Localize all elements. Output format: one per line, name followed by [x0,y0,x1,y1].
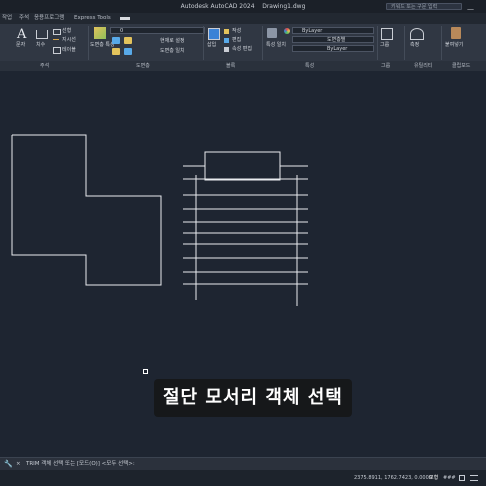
panel-separator [262,26,263,60]
edit-block-icon[interactable] [224,38,229,43]
tab-apps[interactable]: 응용프로그램 [34,13,64,24]
edit-block-tool[interactable]: 편집 [232,37,241,43]
panel-separator [203,26,204,60]
layer-isolate-icon[interactable] [112,48,120,55]
group-label[interactable]: 그룹 [380,42,389,48]
active-tab-indicator[interactable] [120,17,130,20]
paste-icon[interactable] [451,27,461,39]
panel-footer-clipboard[interactable]: 클립보드 [452,61,470,71]
command-close-button[interactable]: × [16,458,21,470]
measure-label[interactable]: 측정 [410,42,419,48]
tab-work[interactable]: 작업 [2,13,12,24]
layer-dropdown[interactable]: 0 [110,27,205,34]
command-line[interactable]: 🔧 × TRIM 객체 선택 또는 [모드(O)] <모두 선택>: [0,457,486,470]
group-icon[interactable] [381,28,393,40]
linetype-dropdown[interactable]: 도면층별 [292,36,374,43]
layer-state-icon[interactable] [112,37,120,44]
dimension-tool-label[interactable]: 치수 [36,42,45,48]
panel-footer-groups[interactable]: 그룹 [381,61,390,71]
match-properties-icon[interactable] [267,28,277,38]
match-layer-tool[interactable]: 도면층 일치 [160,48,185,54]
panel-footer-layers[interactable]: 도면층 [136,61,150,71]
create-block-tool[interactable]: 작성 [232,28,241,34]
panel-separator [88,26,89,60]
video-subtitle: 절단 모서리 객체 선택 [154,379,352,417]
linear-tool[interactable]: 선형 [62,28,71,34]
l-shape-polyline[interactable] [11,134,162,286]
panel-footer-annotate[interactable]: 주석 [40,61,49,71]
model-space-button[interactable]: 모형 [429,470,438,486]
panel-separator [377,26,378,60]
measure-icon[interactable] [410,28,424,40]
text-tool-label[interactable]: 문자 [16,42,25,48]
search-input[interactable]: 키워드 또는 구문 입력 [386,3,462,10]
layer-properties-label[interactable]: 도면층 특성 [90,42,115,48]
dimension-tool-icon[interactable] [36,30,48,39]
linetype-dropdown-value: 도면층별 [327,37,346,43]
linear-icon[interactable] [53,29,61,35]
table-icon[interactable] [53,47,61,54]
status-bar: 2375.8911, 1762.7423, 0.0000 모형 ### [0,470,486,486]
leader-icon[interactable] [53,39,59,40]
tab-annotate[interactable]: 주석 [19,13,29,24]
match-properties-label[interactable]: 특성 일치 [266,42,286,48]
set-current-tool[interactable]: 현재로 설정 [160,38,185,44]
lineweight-dropdown[interactable]: ByLayer [292,45,374,52]
panel-footer-properties[interactable]: 특성 [305,61,314,71]
insert-block-label[interactable]: 삽입 [207,42,216,48]
wrench-icon[interactable]: 🔧 [4,458,13,470]
snap-mode-icon[interactable] [459,475,465,481]
create-block-icon[interactable] [224,29,229,34]
ribbon-tabs: 작업 주석 응용프로그램 Express Tools [0,13,486,24]
pickbox-cursor [143,369,148,374]
table-tool[interactable]: 테이블 [62,47,76,53]
edit-attribute-tool[interactable]: 속성 편집 [232,46,252,52]
top-rectangle[interactable] [204,151,281,181]
ribbon: A 문자 치수 선형 지시선 테이블 도면층 특성 0 현재로 설정 도면층 일… [0,24,486,72]
color-dropdown-value: ByLayer [302,28,323,34]
color-wheel-icon[interactable] [284,28,290,34]
title-bar: Autodesk AutoCAD 2024 Drawing1.dwg 키워드 또… [0,0,486,13]
leader-tool[interactable]: 지시선 [62,37,76,43]
coordinate-readout[interactable]: 2375.8911, 1762.7423, 0.0000 [354,470,432,486]
layer-properties-icon[interactable] [94,27,106,39]
layer-freeze-icon[interactable] [124,37,132,44]
tab-express-tools[interactable]: Express Tools [74,13,111,24]
command-prompt: TRIM 객체 선택 또는 [모드(O)] <모두 선택>: [26,461,135,467]
app-title: Autodesk AutoCAD 2024 [180,3,255,10]
edit-attribute-icon[interactable] [224,47,229,52]
panel-footer-block[interactable]: 블록 [226,61,235,71]
layer-off-icon[interactable] [124,48,132,55]
document-title: Drawing1.dwg [262,3,306,10]
customization-menu-icon[interactable] [470,475,478,481]
ribbon-panel-footer: 주석 도면층 블록 특성 그룹 유틸리티 클립보드 [0,61,486,71]
color-dropdown[interactable]: ByLayer [292,27,374,34]
lineweight-dropdown-value: ByLayer [327,46,348,52]
panel-separator [404,26,405,60]
grid-toggle-icon[interactable]: ### [443,470,456,486]
panel-separator [441,26,442,60]
panel-footer-utilities[interactable]: 유틸리티 [414,61,432,71]
text-tool-icon[interactable]: A [17,27,26,42]
layer-dropdown-value: 0 [120,28,124,34]
paste-label[interactable]: 붙여넣기 [445,42,463,48]
insert-block-icon[interactable] [208,28,220,40]
